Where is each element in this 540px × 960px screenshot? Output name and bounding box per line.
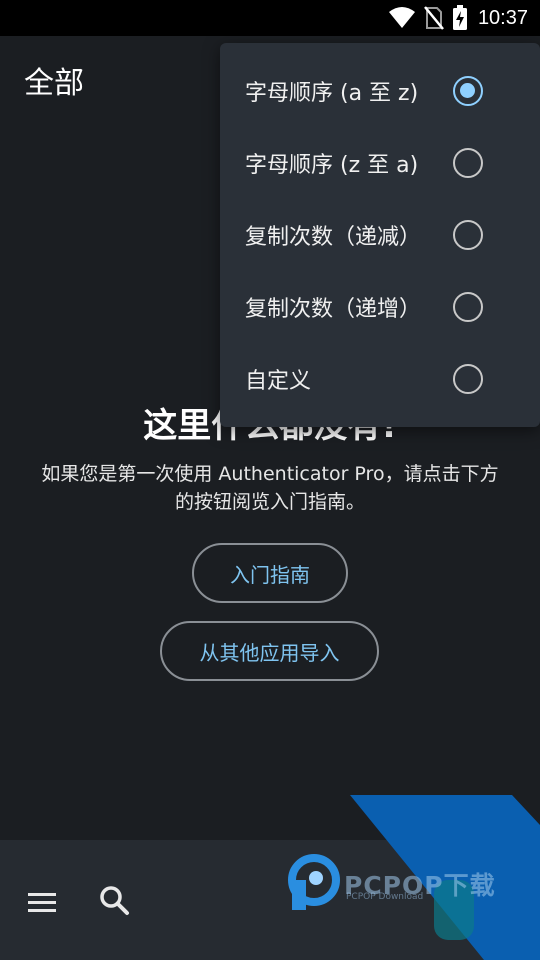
menu-item-label: 复制次数（递增） bbox=[245, 297, 422, 322]
sort-option-copies-desc[interactable]: 复制次数（递减） bbox=[220, 199, 540, 271]
radio-button-selected[interactable] bbox=[453, 76, 483, 106]
radio-button[interactable] bbox=[453, 148, 483, 178]
app-screen: 10:37 全部 这里什么都没有! 如果您是第一次使用 Authenticato… bbox=[0, 0, 540, 960]
sort-option-copies-asc[interactable]: 复制次数（递增） bbox=[220, 271, 540, 343]
radio-button[interactable] bbox=[453, 292, 483, 322]
menu-item-label: 字母顺序 (a 至 z) bbox=[245, 81, 419, 106]
menu-item-label: 字母顺序 (z 至 a) bbox=[245, 153, 419, 178]
menu-item-label: 自定义 bbox=[245, 369, 312, 394]
menu-item-label: 复制次数（递减） bbox=[245, 225, 422, 250]
sort-option-custom[interactable]: 自定义 bbox=[220, 343, 540, 415]
radio-button[interactable] bbox=[453, 364, 483, 394]
sort-menu: 字母顺序 (a 至 z) 字母顺序 (z 至 a) 复制次数（递减） 复制次数（… bbox=[220, 43, 540, 427]
watermark-subtext: PCPOP Download bbox=[346, 892, 424, 902]
radio-button[interactable] bbox=[453, 220, 483, 250]
sort-option-alpha-desc[interactable]: 字母顺序 (z 至 a) bbox=[220, 127, 540, 199]
sort-option-alpha-asc[interactable]: 字母顺序 (a 至 z) bbox=[220, 55, 540, 127]
